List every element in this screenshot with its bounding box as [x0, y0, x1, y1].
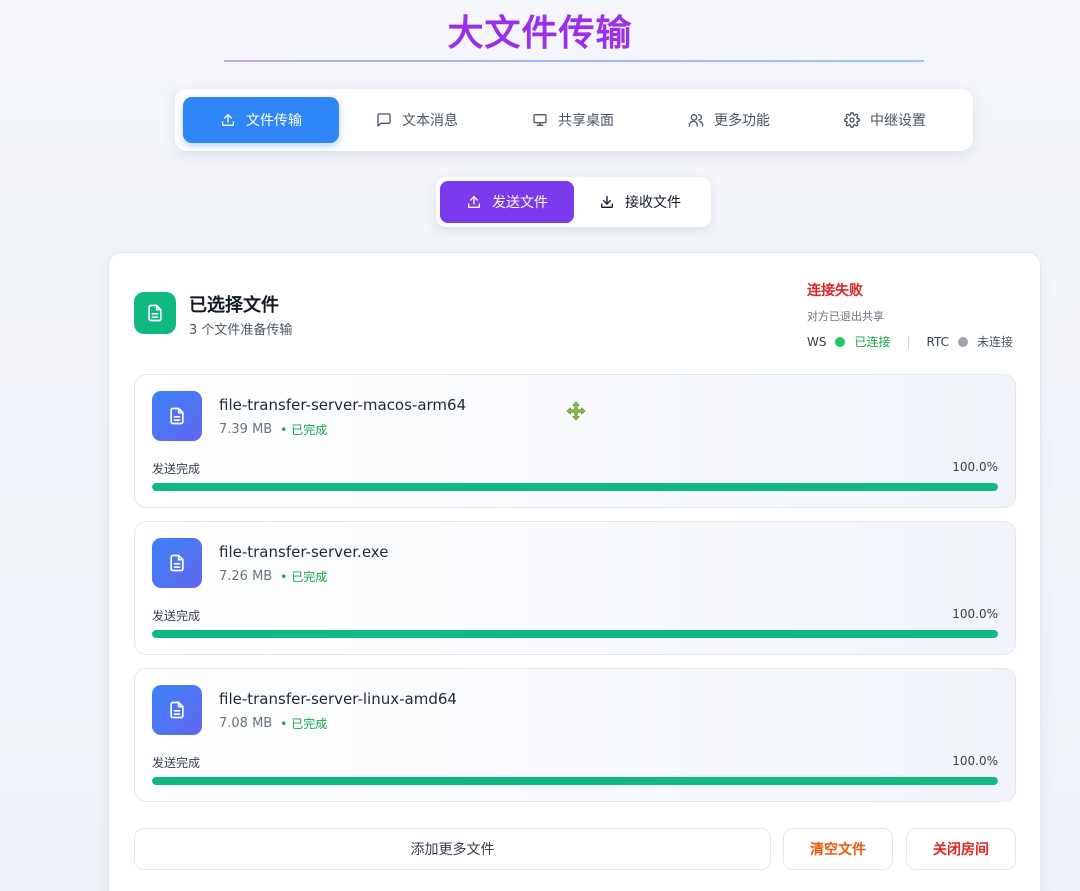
ws-label: WS: [807, 334, 827, 349]
file-size: 7.08 MB: [219, 716, 273, 731]
file-item: file-transfer-server-macos-arm64 7.39 MB 已…: [134, 374, 1016, 508]
ws-status-dot: [835, 336, 846, 347]
file-meta: 7.39 MB 已完成: [219, 421, 327, 438]
tab-label: 更多功能: [714, 113, 770, 129]
tab-share-desktop[interactable]: 共享桌面: [495, 97, 651, 143]
file-name: file-transfer-server.exe: [219, 543, 389, 561]
rtc-label: RTC: [926, 334, 950, 349]
progress-bar: [152, 483, 998, 491]
progress-label: 发送完成: [152, 609, 201, 623]
download-icon: [599, 194, 615, 210]
file-item: file-transfer-server-linux-amd64 7.08 MB 已…: [134, 668, 1016, 802]
clear-files-button[interactable]: 清空文件: [783, 828, 893, 870]
send-file-tab[interactable]: 发送文件: [440, 181, 574, 223]
transfer-mode-switch: 发送文件 接收文件: [436, 177, 711, 227]
gear-icon: [844, 112, 860, 128]
tab-label: 共享桌面: [558, 113, 614, 129]
receive-file-tab[interactable]: 接收文件: [574, 181, 706, 223]
tab-label: 文件传输: [246, 113, 302, 129]
upload-icon: [466, 194, 482, 210]
file-state: 已完成: [280, 421, 327, 438]
ws-state: 已连接: [854, 335, 891, 349]
indicator-separator: |: [906, 334, 911, 349]
progress-label: 发送完成: [152, 756, 201, 770]
file-meta: 7.26 MB 已完成: [219, 568, 327, 585]
connection-note: 对方已退出共享: [807, 310, 884, 323]
tab-label: 文本消息: [402, 113, 458, 129]
card-title: 已选择文件: [189, 295, 279, 316]
rtc-state: 未连接: [977, 335, 1014, 349]
receive-file-label: 接收文件: [625, 195, 681, 211]
tab-label: 中继设置: [870, 113, 926, 129]
file-name: file-transfer-server-macos-arm64: [219, 396, 467, 414]
message-icon: [376, 112, 392, 128]
upload-icon: [220, 112, 236, 128]
monitor-icon: [532, 112, 548, 128]
tab-relay-settings[interactable]: 中继设置: [807, 97, 963, 143]
app-title: 大文件传输: [447, 13, 633, 54]
progress-label: 发送完成: [152, 462, 201, 476]
tab-more-features[interactable]: 更多功能: [651, 97, 807, 143]
main-nav: 文件传输 文本消息 共享桌面 更多功能 中继设置: [175, 89, 973, 151]
progress-fill: [152, 483, 998, 491]
progress-bar: [152, 777, 998, 785]
file-icon: [152, 538, 202, 588]
file-meta: 7.08 MB 已完成: [219, 715, 327, 732]
file-state: 已完成: [280, 715, 327, 732]
file-item: file-transfer-server.exe 7.26 MB 已完成发送完成 10…: [134, 521, 1016, 655]
tab-text-message[interactable]: 文本消息: [339, 97, 495, 143]
title-divider: [224, 60, 924, 62]
progress-percent: 100.0%: [952, 754, 998, 768]
connection-indicators: WS 已连接 | RTC 未连接: [807, 333, 1013, 350]
move-cursor-icon: [566, 401, 586, 421]
progress-fill: [152, 630, 998, 638]
progress-fill: [152, 777, 998, 785]
close-room-button[interactable]: 关闭房间: [906, 828, 1016, 870]
file-icon: [152, 685, 202, 735]
rtc-status-dot: [958, 336, 969, 347]
users-icon: [688, 112, 704, 128]
document-icon: [134, 292, 176, 334]
selected-files-card: 已选择文件 3 个文件准备传输 连接失败 对方已退出共享 WS 已连接 | RT…: [108, 252, 1041, 891]
file-size: 7.26 MB: [219, 569, 273, 584]
progress-percent: 100.0%: [952, 607, 998, 621]
file-state: 已完成: [280, 568, 327, 585]
progress-percent: 100.0%: [952, 460, 998, 474]
progress-bar: [152, 630, 998, 638]
file-size: 7.39 MB: [219, 422, 273, 437]
add-more-files-button[interactable]: 添加更多文件: [134, 828, 771, 870]
file-icon: [152, 391, 202, 441]
tab-file-transfer[interactable]: 文件传输: [183, 97, 339, 143]
card-subtitle: 3 个文件准备传输: [189, 323, 293, 338]
send-file-label: 发送文件: [492, 195, 548, 211]
file-name: file-transfer-server-linux-amd64: [219, 690, 457, 708]
connection-status: 连接失败: [807, 283, 863, 299]
